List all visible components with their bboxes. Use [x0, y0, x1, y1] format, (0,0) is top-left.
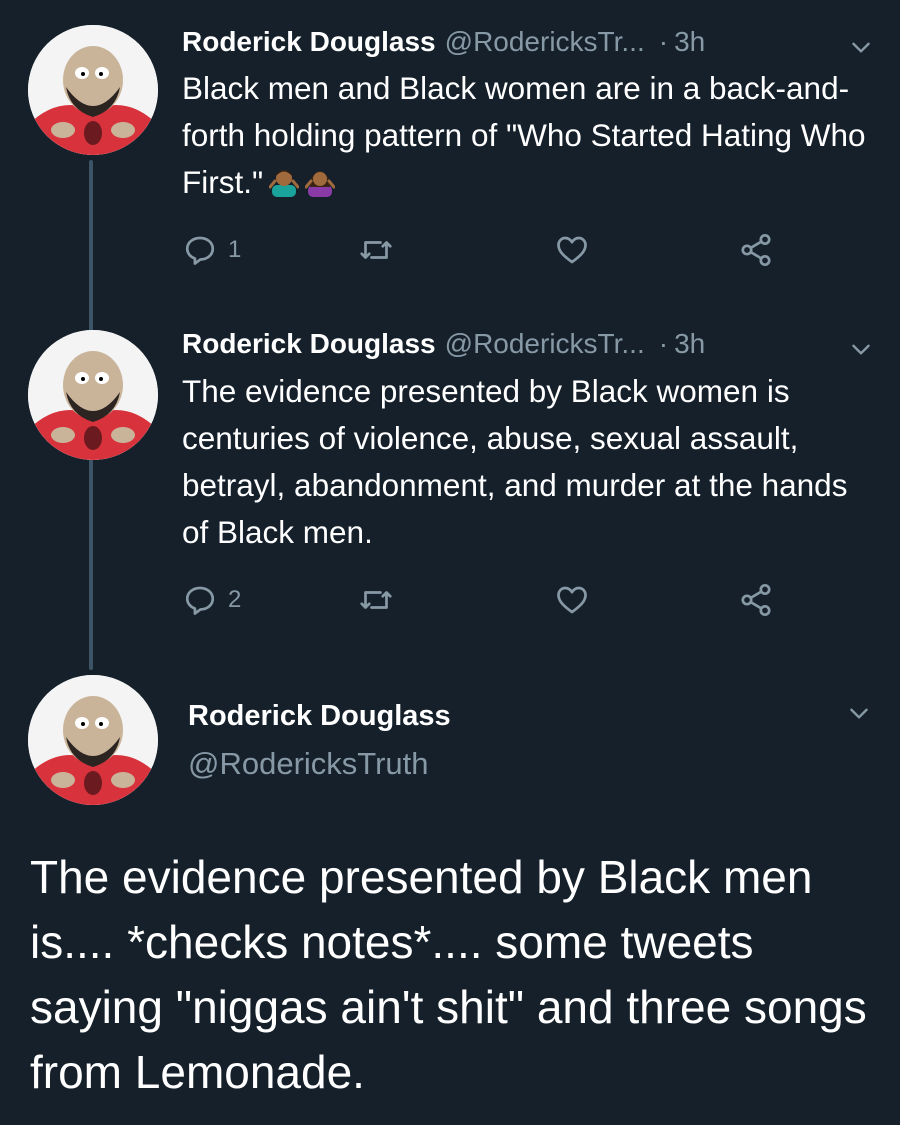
tweet-text: The evidence presented by Black women is…: [182, 373, 848, 550]
retweet-icon: [360, 591, 392, 609]
retweet-icon: [360, 241, 392, 259]
separator: ·: [658, 26, 669, 57]
tweet-header: Roderick Douglass @RodericksTr... · 3h: [182, 26, 705, 58]
share-icon: [741, 233, 771, 267]
tweet-header: Roderick Douglass @RodericksTr... · 3h: [182, 328, 705, 360]
share-button[interactable]: [738, 580, 774, 620]
author-name[interactable]: Roderick Douglass: [182, 26, 436, 58]
author-handle[interactable]: @RodericksTruth: [188, 746, 429, 782]
share-button[interactable]: [738, 230, 774, 270]
chevron-down-icon[interactable]: [848, 336, 874, 362]
separator: ·: [658, 328, 669, 359]
avatar[interactable]: [28, 330, 158, 460]
tweet-text: Black men and Black women are in a back-…: [182, 65, 882, 206]
author-name[interactable]: Roderick Douglass: [188, 700, 451, 733]
man-shrugging-emoji: [269, 170, 300, 197]
like-button[interactable]: [554, 230, 590, 270]
retweet-button[interactable]: [358, 580, 394, 620]
share-icon: [741, 583, 771, 617]
reply-icon: [185, 586, 215, 615]
like-icon: [557, 236, 587, 264]
author-handle[interactable]: @RodericksTr...: [445, 26, 645, 58]
avatar-image: [28, 25, 158, 155]
reply-count: 1: [228, 236, 242, 263]
chevron-down-icon[interactable]: [848, 34, 874, 60]
reply-button[interactable]: 1: [182, 230, 241, 270]
timestamp[interactable]: 3h: [674, 328, 705, 360]
reply-icon: [185, 236, 215, 265]
retweet-button[interactable]: [358, 230, 394, 270]
chevron-down-icon[interactable]: [846, 700, 872, 726]
avatar-image: [28, 330, 158, 460]
tweet-actions: 2: [182, 580, 782, 620]
like-icon: [557, 586, 587, 614]
reply-button[interactable]: 2: [182, 580, 241, 620]
avatar[interactable]: [28, 675, 158, 805]
reply-count: 2: [228, 586, 242, 613]
woman-shrugging-emoji: [305, 171, 336, 197]
tweet-actions: 1: [182, 230, 782, 270]
like-button[interactable]: [554, 580, 590, 620]
main-tweet-text: The evidence presented by Black men is..…: [30, 851, 867, 1098]
author-name[interactable]: Roderick Douglass: [182, 328, 436, 360]
timestamp[interactable]: 3h: [674, 26, 705, 58]
author-handle[interactable]: @RodericksTr...: [445, 328, 645, 360]
avatar[interactable]: [28, 25, 158, 155]
avatar-image: [28, 675, 158, 805]
